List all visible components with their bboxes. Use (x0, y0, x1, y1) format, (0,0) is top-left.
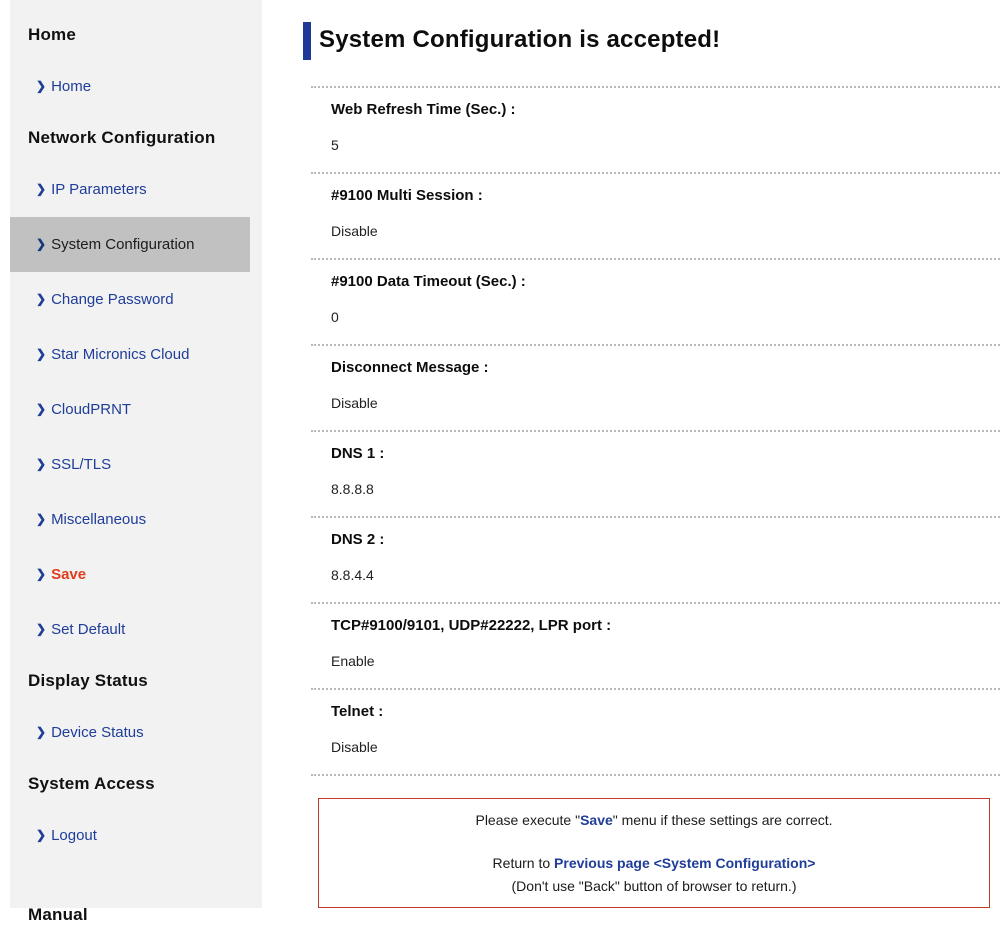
sidebar-section-home: Home (10, 11, 262, 59)
setting-value: Disable (331, 395, 1000, 411)
setting-value: Enable (331, 653, 1000, 669)
setting-value: 0 (331, 309, 1000, 325)
setting-row-9100-data-timeout-sec: #9100 Data Timeout (Sec.) : 0 (311, 258, 1000, 344)
sidebar-item-label: Miscellaneous (51, 511, 146, 528)
chevron-right-icon: ❯ (36, 622, 46, 636)
sidebar-item-label: Logout (51, 827, 97, 844)
setting-row-disconnect-message: Disconnect Message : Disable (311, 344, 1000, 430)
sidebar-item-home[interactable]: ❯ Home (10, 59, 262, 114)
setting-label: #9100 Data Timeout (Sec.) : (331, 273, 1000, 290)
sidebar-item-label: IP Parameters (51, 181, 147, 198)
sidebar-item-label: Set Default (51, 621, 125, 638)
chevron-right-icon: ❯ (36, 725, 46, 739)
notice-save-suffix: " menu if these settings are correct. (613, 812, 833, 828)
setting-label: #9100 Multi Session : (331, 187, 1000, 204)
sidebar-item-device-status[interactable]: ❯ Device Status (10, 705, 262, 760)
main-content: System Configuration is accepted! Web Re… (303, 22, 1000, 908)
setting-row-dns-2: DNS 2 : 8.8.4.4 (311, 516, 1000, 602)
sidebar-item-ssl-tls[interactable]: ❯ SSL/TLS (10, 437, 262, 492)
setting-row-telnet: Telnet : Disable (311, 688, 1000, 774)
setting-label: TCP#9100/9101, UDP#22222, LPR port : (331, 617, 1000, 634)
sidebar-item-cloudprnt[interactable]: ❯ CloudPRNT (10, 382, 262, 437)
setting-value: Disable (331, 223, 1000, 239)
notice-line-save: Please execute "Save" menu if these sett… (327, 812, 981, 828)
setting-value: 5 (331, 137, 1000, 153)
sidebar-item-label: Save (51, 566, 86, 583)
chevron-right-icon: ❯ (36, 347, 46, 361)
chevron-right-icon: ❯ (36, 292, 46, 306)
setting-label: Disconnect Message : (331, 359, 1000, 376)
setting-row-9100-multi-session: #9100 Multi Session : Disable (311, 172, 1000, 258)
chevron-right-icon: ❯ (36, 79, 46, 93)
sidebar-item-save[interactable]: ❯ Save (10, 547, 262, 602)
notice-save-prefix: Please execute " (475, 812, 580, 828)
sidebar-item-label: Home (51, 78, 91, 95)
setting-value: Disable (331, 739, 1000, 755)
sidebar-item-label: CloudPRNT (51, 401, 131, 418)
notice-back-note: (Don't use "Back" button of browser to r… (327, 878, 981, 894)
notice-line-return: Return to Previous page <System Configur… (327, 855, 981, 871)
setting-value: 8.8.4.4 (331, 567, 1000, 583)
chevron-right-icon: ❯ (36, 237, 46, 251)
sidebar-item-logout[interactable]: ❯ Logout (10, 808, 262, 863)
setting-row-dns-1: DNS 1 : 8.8.8.8 (311, 430, 1000, 516)
sidebar-nav: Home ❯ Home Network Configuration ❯ IP Parame… (10, 11, 262, 939)
sidebar-section-network-configuration: Network Configuration (10, 114, 262, 162)
sidebar-item-system-configuration[interactable]: ❯ System Configuration (10, 217, 250, 272)
chevron-right-icon: ❯ (36, 182, 46, 196)
sidebar-item-ip-parameters[interactable]: ❯ IP Parameters (10, 162, 262, 217)
setting-label: DNS 2 : (331, 531, 1000, 548)
sidebar-item-miscellaneous[interactable]: ❯ Miscellaneous (10, 492, 262, 547)
setting-value: 8.8.8.8 (331, 481, 1000, 497)
sidebar-item-set-default[interactable]: ❯ Set Default (10, 602, 262, 657)
page-title-row: System Configuration is accepted! (303, 22, 1000, 60)
sidebar-section-system-access: System Access (10, 760, 262, 808)
setting-label: Web Refresh Time (Sec.) : (331, 101, 1000, 118)
sidebar-item-label: SSL/TLS (51, 456, 111, 473)
notice-return-prefix: Return to (493, 855, 554, 871)
sidebar-item-label: System Configuration (51, 236, 194, 253)
chevron-right-icon: ❯ (36, 567, 46, 581)
sidebar-section-manual: Manual (10, 891, 262, 939)
setting-row-web-refresh-time-sec: Web Refresh Time (Sec.) : 5 (311, 86, 1000, 172)
notice-box: Please execute "Save" menu if these sett… (318, 798, 990, 908)
settings-list: Web Refresh Time (Sec.) : 5 #9100 Multi Se… (311, 86, 1000, 776)
chevron-right-icon: ❯ (36, 828, 46, 842)
setting-row-tcp-9100-9101-udp-22222-lpr-port: TCP#9100/9101, UDP#22222, LPR port : Enab… (311, 602, 1000, 688)
title-accent-bar (303, 22, 311, 60)
sidebar-item-label: Change Password (51, 291, 174, 308)
previous-page-link[interactable]: Previous page <System Configuration> (554, 855, 815, 871)
setting-label: Telnet : (331, 703, 1000, 720)
save-menu-link[interactable]: Save (580, 812, 613, 828)
chevron-right-icon: ❯ (36, 402, 46, 416)
sidebar-item-label: Device Status (51, 724, 144, 741)
sidebar-item-label: Star Micronics Cloud (51, 346, 189, 363)
sidebar-item-star-micronics-cloud[interactable]: ❯ Star Micronics Cloud (10, 327, 262, 382)
sidebar-section-display-status: Display Status (10, 657, 262, 705)
chevron-right-icon: ❯ (36, 512, 46, 526)
page-title: System Configuration is accepted! (319, 22, 720, 60)
sidebar: Home ❯ Home Network Configuration ❯ IP Parame… (10, 0, 262, 908)
sidebar-item-change-password[interactable]: ❯ Change Password (10, 272, 262, 327)
chevron-right-icon: ❯ (36, 457, 46, 471)
setting-label: DNS 1 : (331, 445, 1000, 462)
